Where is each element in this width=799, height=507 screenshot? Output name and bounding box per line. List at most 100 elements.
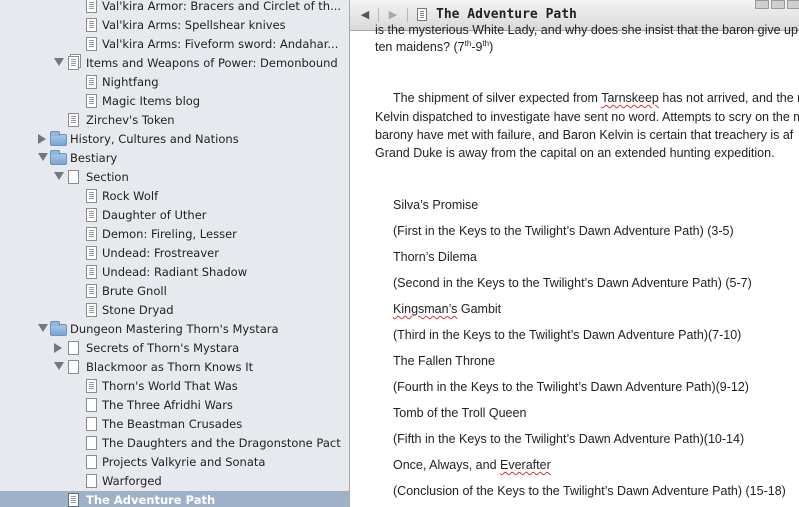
adventure-title: Thorn’s Dilema xyxy=(393,250,477,264)
binder-item[interactable]: Val'kira Arms: Spellshear knives xyxy=(0,16,349,35)
disclosure-closed-icon[interactable] xyxy=(54,343,62,353)
binder-item-label: Undead: Radiant Shadow xyxy=(102,265,248,279)
text-line: is the mysterious White Lady, and why do… xyxy=(375,23,798,37)
document-icon xyxy=(86,284,97,298)
binder-item[interactable]: Daughter of Uther xyxy=(0,206,349,225)
document-icon xyxy=(86,0,97,13)
adventure-title: Tomb of the Troll Queen xyxy=(393,406,527,420)
binder-item[interactable]: History, Cultures and Nations xyxy=(0,130,349,149)
text-line: ten maidens? (7th-9th) xyxy=(375,39,493,54)
binder-item[interactable]: The Daughters and the Dragonstone Pact xyxy=(0,434,349,453)
document-title[interactable]: The Adventure Path xyxy=(436,7,577,22)
header-split-button[interactable] xyxy=(787,0,799,9)
nav-separator xyxy=(407,8,408,22)
nav-separator xyxy=(378,8,379,22)
binder-item[interactable]: Dungeon Mastering Thorn's Mystara xyxy=(0,320,349,339)
document-icon xyxy=(86,379,97,393)
document-icon xyxy=(86,246,97,260)
binder-item-label: Magic Items blog xyxy=(102,94,201,108)
binder-item-label: Rock Wolf xyxy=(102,189,159,203)
binder-item[interactable]: Bestiary xyxy=(0,149,349,168)
binder-item[interactable]: Thorn's World That Was xyxy=(0,377,349,396)
binder-item[interactable]: Projects Valkyrie and Sonata xyxy=(0,453,349,472)
text-run: The shipment of silver expected from xyxy=(393,91,602,105)
forward-arrow-icon[interactable]: ▶ xyxy=(384,7,402,23)
document-text[interactable]: is the mysterious White Lady, and why do… xyxy=(350,23,799,507)
binder-item-label: The Three Afridhi Wars xyxy=(102,398,233,412)
document-icon xyxy=(68,113,79,127)
adventure-title: Once, Always, and Everafter xyxy=(393,458,551,472)
disclosure-closed-icon[interactable] xyxy=(38,134,46,144)
misspelled-word: Kingsman’s xyxy=(393,302,458,316)
document-icon xyxy=(417,8,427,21)
binder-item[interactable]: Brute Gnoll xyxy=(0,282,349,301)
binder-item[interactable]: Val'kira Armor: Bracers and Circlet of t… xyxy=(0,0,349,16)
text-run: has not arrived, and the m xyxy=(658,91,799,105)
folder-icon xyxy=(50,131,67,146)
binder-item-label: Nightfang xyxy=(102,75,159,89)
binder-item[interactable]: Secrets of Thorn's Mystara xyxy=(0,339,349,358)
binder-item-label: Brute Gnoll xyxy=(102,284,167,298)
binder-item[interactable]: The Three Afridhi Wars xyxy=(0,396,349,415)
adventure-description: (Conclusion of the Keys to the Twilight’… xyxy=(393,484,786,498)
document-icon xyxy=(86,208,97,222)
binder-item[interactable]: Section xyxy=(0,168,349,187)
binder-item[interactable]: Blackmoor as Thorn Knows It xyxy=(0,358,349,377)
binder-item[interactable]: The Beastman Crusades xyxy=(0,415,349,434)
adventure-title: Kingsman’s Gambit xyxy=(393,302,502,316)
document-icon xyxy=(86,37,97,51)
text-run: ) xyxy=(489,40,494,55)
document-icon xyxy=(68,360,79,374)
document-icon xyxy=(86,189,97,203)
header-split-button[interactable] xyxy=(755,0,769,9)
disclosure-open-icon[interactable] xyxy=(54,58,64,66)
document-icon xyxy=(86,227,97,241)
binder-item[interactable]: Rock Wolf xyxy=(0,187,349,206)
binder-item-label: Undead: Frostreaver xyxy=(102,246,219,260)
binder-item[interactable]: Undead: Frostreaver xyxy=(0,244,349,263)
document-icon xyxy=(68,341,79,355)
disclosure-open-icon[interactable] xyxy=(54,172,64,180)
document-icon xyxy=(68,493,79,507)
binder-item-label: Val'kira Arms: Fiveform sword: Andahar..… xyxy=(102,37,339,51)
document-icon xyxy=(86,455,97,469)
text-line: The shipment of silver expected from Tar… xyxy=(393,91,799,105)
adventure-description: (Second in the Keys to the Twilight’s Da… xyxy=(393,276,752,290)
binder-item[interactable]: Val'kira Arms: Fiveform sword: Andahar..… xyxy=(0,35,349,54)
document-icon xyxy=(86,265,97,279)
document-icon xyxy=(68,56,79,70)
binder-item[interactable]: The Adventure Path xyxy=(0,491,349,507)
binder-item-label: Thorn's World That Was xyxy=(102,379,238,393)
document-icon xyxy=(86,18,97,32)
disclosure-open-icon[interactable] xyxy=(54,362,64,370)
binder-item-label: Val'kira Armor: Bracers and Circlet of t… xyxy=(102,0,342,13)
binder-item-label: History, Cultures and Nations xyxy=(70,132,239,146)
binder-item[interactable]: Zirchev's Token xyxy=(0,111,349,130)
binder-item[interactable]: Items and Weapons of Power: Demonbound xyxy=(0,54,349,73)
binder-item-label: Secrets of Thorn's Mystara xyxy=(86,341,240,355)
document-icon xyxy=(86,436,97,450)
document-icon xyxy=(86,474,97,488)
folder-icon xyxy=(50,321,67,336)
binder-item[interactable]: Demon: Fireling, Lesser xyxy=(0,225,349,244)
binder-sidebar[interactable]: Val'kira Armor: Bracers and Circlet of t… xyxy=(0,0,349,507)
back-arrow-icon[interactable]: ◀ xyxy=(356,7,374,23)
binder-item-label: Demon: Fireling, Lesser xyxy=(102,227,237,241)
document-icon xyxy=(68,170,79,184)
disclosure-open-icon[interactable] xyxy=(38,153,48,161)
binder-item-label: The Daughters and the Dragonstone Pact xyxy=(102,436,341,450)
binder-item-label: The Beastman Crusades xyxy=(102,417,243,431)
binder-item-label: Bestiary xyxy=(70,151,118,165)
binder-item-label: Stone Dryad xyxy=(102,303,174,317)
binder-item[interactable]: Magic Items blog xyxy=(0,92,349,111)
binder-item-label: Zirchev's Token xyxy=(86,113,175,127)
binder-item[interactable]: Undead: Radiant Shadow xyxy=(0,263,349,282)
header-split-button[interactable] xyxy=(771,0,785,9)
binder-item[interactable]: Warforged xyxy=(0,472,349,491)
document-icon xyxy=(86,417,97,431)
disclosure-open-icon[interactable] xyxy=(38,324,48,332)
adventure-description: (First in the Keys to the Twilight’s Daw… xyxy=(393,224,734,238)
adventure-description: (Fourth in the Keys to the Twilight’s Da… xyxy=(393,380,749,394)
binder-item[interactable]: Stone Dryad xyxy=(0,301,349,320)
binder-item[interactable]: Nightfang xyxy=(0,73,349,92)
